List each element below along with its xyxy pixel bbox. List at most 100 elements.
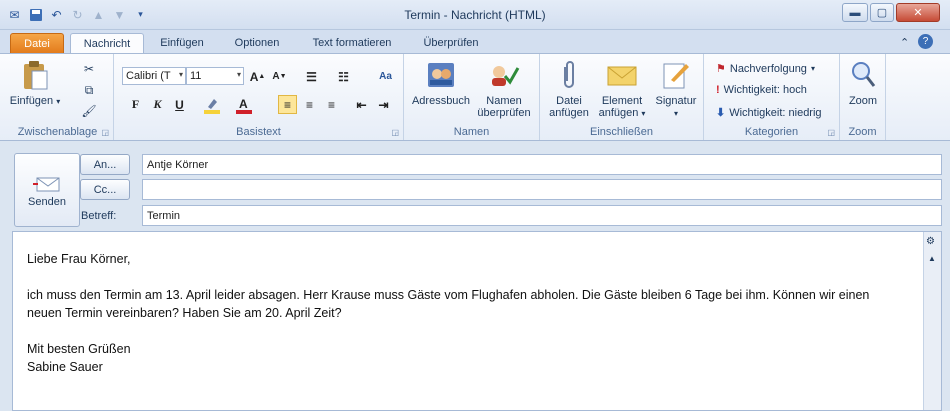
ribbon-tabs: Datei Nachricht Einfügen Optionen Text f… [0,30,950,54]
paste-label: Einfügen [9,95,54,107]
tab-insert[interactable]: Einfügen [150,33,214,54]
zoom-button[interactable]: Zoom [842,58,884,107]
address-book-button[interactable]: Adressbuch [408,58,474,107]
bold-icon[interactable]: F [126,95,145,114]
underline-icon[interactable]: U [170,95,189,114]
tab-review[interactable]: Überprüfen [412,33,490,54]
tab-message[interactable]: Nachricht [70,33,144,54]
chevron-down-icon: ▾ [178,70,183,79]
zoom-label: Zoom [848,95,878,107]
check-names-label-2: überprüfen [477,107,531,119]
grow-font-icon[interactable]: A ▲ [248,67,267,86]
attach-file-label-1: Datei [556,95,582,107]
low-importance-label: Wichtigkeit: niedrig [729,106,822,119]
send-icon [33,176,61,192]
font-color-icon[interactable]: A [234,95,253,114]
tab-format-text[interactable]: Text formatieren [300,33,404,54]
high-importance-label: Wichtigkeit: hoch [723,84,807,96]
flag-icon: ⚑ [716,63,726,75]
group-label-tags: Kategorien [744,126,799,138]
group-label-names: Namen [453,126,490,138]
ruler-toggle-icon[interactable]: ⚙ [926,236,935,247]
close-button[interactable]: ✕ [896,3,940,22]
chevron-down-icon: ▾ [673,109,678,118]
group-label-basic-text: Basistext [236,126,281,138]
message-body[interactable]: Liebe Frau Körner, ich muss den Termin a… [12,231,942,411]
group-clipboard: Einfügen ▾ ✂ ⧉ 🖌 Zwischenablage ◲ [2,54,114,140]
copy-icon[interactable]: ⧉ [80,81,98,99]
align-right-icon[interactable]: ≡ [322,95,341,114]
dialog-launcher-icon[interactable]: ◲ [391,128,399,137]
font-name-value: Calibri (T [126,70,171,82]
high-importance-button[interactable]: ! Wichtigkeit: hoch [716,84,807,96]
signature-button[interactable]: Signatur ▾ [650,58,702,120]
arrow-down-icon: ⬇ [716,107,726,119]
scroll-up-icon[interactable]: ▲ [928,254,936,263]
italic-icon[interactable]: K [148,95,167,114]
attach-item-button[interactable]: Element anfügen ▾ [594,58,650,120]
body-paragraph: ich muss den Termin am 13. April leider … [27,288,870,320]
cc-button[interactable]: Cc... [80,179,130,200]
followup-label: Nachverfolgung [729,62,807,75]
chevron-down-icon: ▾ [641,109,646,118]
to-button[interactable]: An... [80,154,130,175]
attach-file-label-2: anfügen [549,107,589,119]
dialog-launcher-icon[interactable]: ◲ [101,128,109,137]
message-text: Liebe Frau Körner, ich muss den Termin a… [27,250,907,376]
paste-icon [20,58,50,92]
increase-indent-icon[interactable]: ⇥ [374,95,393,114]
greeting: Liebe Frau Körner, [27,252,131,266]
followup-button[interactable]: ⚑ Nachverfolgung ▾ [716,62,815,76]
chevron-down-icon: ▾ [810,64,815,73]
align-center-icon[interactable]: ≡ [300,95,319,114]
envelope-icon [605,58,639,92]
group-zoom: Zoom Zoom [840,54,886,140]
address-book-label: Adressbuch [411,95,471,107]
subject-label: Betreff: [81,210,117,222]
minimize-button[interactable]: ▬ [842,3,868,22]
tab-file[interactable]: Datei [10,33,64,54]
group-label-zoom: Zoom [848,126,877,138]
maximize-button[interactable]: ▢ [870,3,894,22]
title-bar: ✉ ↶ ↻ ▲ ▼ ▾ Termin - Nachricht (HTML) ▬ … [0,0,950,30]
check-names-label-1: Namen [486,95,522,107]
highlight-icon[interactable] [202,95,221,114]
shrink-font-icon[interactable]: A ▼ [270,67,289,86]
attach-item-label-1: Element [601,95,643,107]
font-name-combo[interactable]: Calibri (T ▾ [122,67,186,85]
font-size-combo[interactable]: 11 ▾ [186,67,244,85]
send-label: Senden [28,196,66,208]
cc-field[interactable] [142,179,942,200]
tab-options[interactable]: Optionen [222,33,292,54]
chevron-down-icon: ▾ [236,70,241,79]
check-names-icon [487,58,521,92]
help-icon[interactable]: ? [918,34,933,49]
window-title: Termin - Nachricht (HTML) [404,8,546,22]
svg-text:A: A [239,97,248,111]
font-size-value: 11 [190,70,202,82]
decrease-indent-icon[interactable]: ⇤ [352,95,371,114]
exclamation-icon: ! [716,84,720,96]
align-left-icon[interactable]: ≡ [278,95,297,114]
paperclip-icon [554,58,584,92]
group-include: Datei anfügen Element anfügen ▾ Signatur… [540,54,704,140]
group-names: Adressbuch Namen überprüfen Namen [404,54,540,140]
signature-label: Signatur [655,95,697,107]
chevron-up-icon[interactable]: ⌃ [900,36,909,49]
vertical-scrollbar[interactable]: ⚙ ▲ [923,232,941,410]
attach-file-button[interactable]: Datei anfügen [544,58,594,119]
bullets-icon[interactable]: ☰ [302,67,321,86]
subject-field[interactable]: Termin [142,205,942,226]
signature: Sabine Sauer [27,360,103,374]
paste-button[interactable]: Einfügen ▾ [6,58,64,108]
cut-icon[interactable]: ✂ [80,60,98,78]
to-field[interactable]: Antje Körner [142,154,942,175]
magnifier-icon [848,58,878,92]
numbering-icon[interactable]: ☷ [334,67,353,86]
format-painter-icon[interactable]: 🖌 [80,102,98,120]
check-names-button[interactable]: Namen überprüfen [472,58,536,119]
styles-icon[interactable]: Aa [376,67,395,86]
send-button[interactable]: Senden [14,153,80,227]
low-importance-button[interactable]: ⬇ Wichtigkeit: niedrig [716,106,822,120]
dialog-launcher-icon[interactable]: ◲ [827,128,835,137]
